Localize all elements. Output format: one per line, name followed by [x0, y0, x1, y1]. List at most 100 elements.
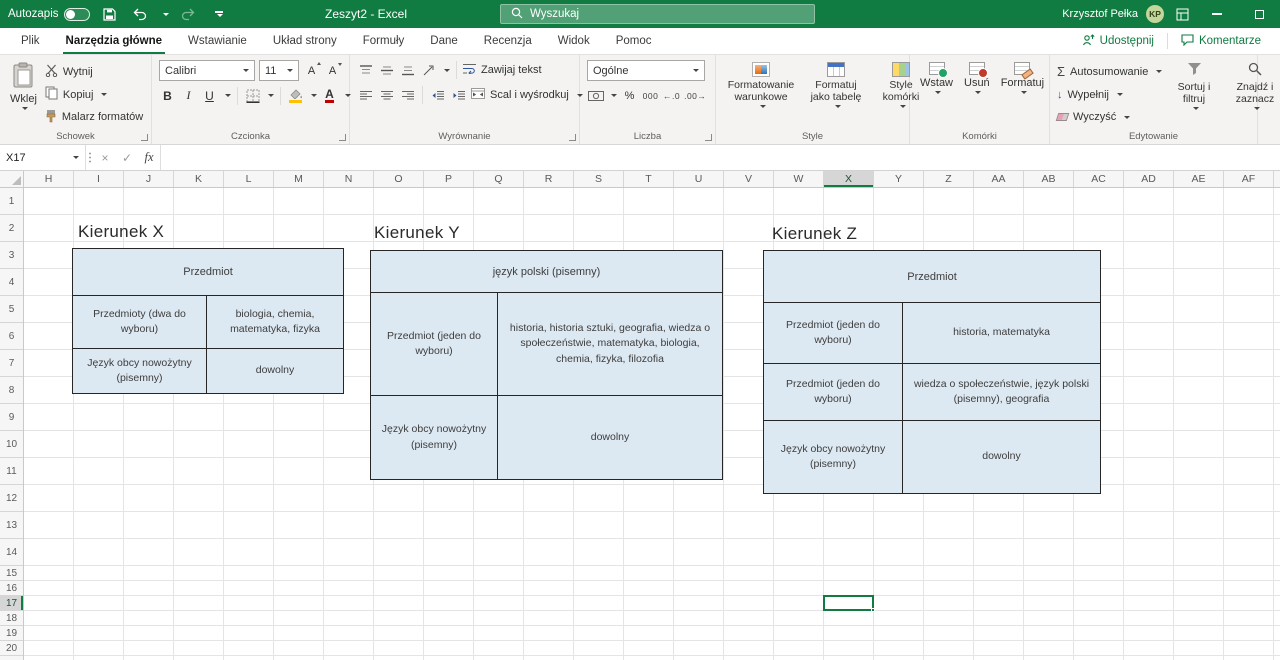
column-header-S[interactable]: S	[574, 171, 624, 187]
font-name-select[interactable]: Calibri	[159, 60, 255, 81]
row-header-4[interactable]: 4	[0, 269, 23, 296]
column-header-H[interactable]: H	[24, 171, 74, 187]
row-header-12[interactable]: 12	[0, 485, 23, 512]
delete-cells-button[interactable]: Usuń	[961, 60, 993, 127]
avatar[interactable]: KP	[1146, 5, 1164, 23]
column-header-P[interactable]: P	[424, 171, 474, 187]
table-2-header-cell[interactable]: język polski (pisemny)	[371, 251, 722, 293]
tab-widok[interactable]: Widok	[545, 28, 603, 54]
column-header-Y[interactable]: Y	[874, 171, 924, 187]
column-header-N[interactable]: N	[324, 171, 374, 187]
row-header-18[interactable]: 18	[0, 611, 23, 626]
column-header-K[interactable]: K	[174, 171, 224, 187]
redo-icon[interactable]	[179, 3, 199, 25]
accounting-format-icon[interactable]	[587, 86, 604, 105]
decrease-indent-icon[interactable]	[429, 86, 446, 105]
table-cell-label[interactable]: Język obcy nowożytny (pisemny)	[764, 421, 903, 493]
formula-input[interactable]	[160, 145, 1280, 170]
table-cell-value[interactable]: dowolny	[207, 349, 343, 393]
increase-indent-icon[interactable]	[450, 86, 467, 105]
table-cell-label[interactable]: Przedmiot (jeden do wyboru)	[371, 293, 498, 395]
ribbon-display-options-icon[interactable]	[1172, 3, 1192, 25]
comma-style-icon[interactable]: 000	[642, 86, 659, 105]
borders-button[interactable]	[244, 86, 261, 105]
alignment-dialog-launcher-icon[interactable]	[569, 134, 576, 141]
row-header-15[interactable]: 15	[0, 566, 23, 581]
bold-button[interactable]: B	[159, 86, 176, 105]
cancel-icon[interactable]: ×	[94, 145, 116, 170]
find-select-button[interactable]: Znajdź i zaznacz	[1227, 60, 1280, 127]
decrease-decimal-icon[interactable]: .00→	[684, 86, 706, 105]
tab-uklad-strony[interactable]: Układ strony	[260, 28, 350, 54]
column-header-AF[interactable]: AF	[1224, 171, 1274, 187]
autosave-toggle[interactable]: Autozapis	[8, 8, 90, 21]
table-cell-label[interactable]: Język obcy nowożytny (pisemny)	[73, 349, 207, 393]
sort-filter-button[interactable]: Sortuj i filtruj	[1166, 60, 1222, 127]
row-header-10[interactable]: 10	[0, 431, 23, 458]
fill-color-button[interactable]	[287, 86, 304, 105]
tab-recenzja[interactable]: Recenzja	[471, 28, 545, 54]
column-header-X[interactable]: X	[824, 171, 874, 187]
table-cell-value[interactable]: dowolny	[903, 421, 1100, 493]
tab-pomoc[interactable]: Pomoc	[603, 28, 665, 54]
clear-button[interactable]: Wyczyść	[1057, 107, 1161, 127]
tab-narzedzia-glowne[interactable]: Narzędzia główne	[53, 28, 176, 54]
table-cell-label[interactable]: Język obcy nowożytny (pisemny)	[371, 396, 498, 479]
increase-decimal-icon[interactable]: ←.0	[663, 86, 680, 105]
align-left-icon[interactable]	[357, 86, 374, 105]
row-header-13[interactable]: 13	[0, 512, 23, 539]
column-header-AB[interactable]: AB	[1024, 171, 1074, 187]
table-title-3[interactable]: Kierunek Z	[772, 224, 857, 244]
column-header-AA[interactable]: AA	[974, 171, 1024, 187]
table-cell-value[interactable]: dowolny	[498, 396, 722, 479]
align-top-icon[interactable]	[357, 61, 374, 80]
format-painter-button[interactable]: Malarz formatów	[45, 107, 143, 127]
row-header-5[interactable]: 5	[0, 296, 23, 323]
copy-button[interactable]: Kopiuj	[45, 85, 143, 105]
row-header-11[interactable]: 11	[0, 458, 23, 485]
font-size-select[interactable]: 11	[259, 60, 299, 81]
autosum-button[interactable]: Σ Autosumowanie	[1057, 62, 1161, 82]
clipboard-dialog-launcher-icon[interactable]	[141, 134, 148, 141]
search-box[interactable]: Wyszukaj	[500, 4, 815, 24]
number-format-select[interactable]: Ogólne	[587, 60, 705, 81]
column-header-AC[interactable]: AC	[1074, 171, 1124, 187]
table-cell-value[interactable]: wiedza o społeczeństwie, język polski (p…	[903, 364, 1100, 420]
user-name[interactable]: Krzysztof Pełka	[1062, 8, 1138, 20]
table-cell-value[interactable]: historia, matematyka	[903, 303, 1100, 363]
column-header-M[interactable]: M	[274, 171, 324, 187]
comments-button[interactable]: Komentarze	[1172, 28, 1270, 54]
row-header-1[interactable]: 1	[0, 188, 23, 215]
table-cell-label[interactable]: Przedmiot (jeden do wyboru)	[764, 303, 903, 363]
cut-button[interactable]: Wytnij	[45, 62, 143, 82]
orientation-button[interactable]	[420, 61, 437, 80]
insert-cells-button[interactable]: Wstaw	[917, 60, 956, 127]
share-button[interactable]: Udostępnij	[1073, 28, 1163, 54]
align-bottom-icon[interactable]	[399, 61, 416, 80]
selected-cell[interactable]	[823, 595, 874, 611]
column-header-AD[interactable]: AD	[1124, 171, 1174, 187]
customize-quick-access-icon[interactable]	[209, 3, 229, 25]
tab-wstawianie[interactable]: Wstawianie	[175, 28, 260, 54]
column-header-J[interactable]: J	[124, 171, 174, 187]
align-right-icon[interactable]	[399, 86, 416, 105]
save-icon[interactable]	[100, 3, 120, 25]
percent-style-icon[interactable]: %	[621, 86, 638, 105]
number-dialog-launcher-icon[interactable]	[705, 134, 712, 141]
enter-icon[interactable]: ✓	[116, 145, 138, 170]
font-dialog-launcher-icon[interactable]	[339, 134, 346, 141]
table-3-header-cell[interactable]: Przedmiot	[764, 251, 1100, 303]
format-cells-button[interactable]: Formatuj	[998, 60, 1047, 127]
tab-plik[interactable]: Plik	[8, 28, 53, 54]
row-header-19[interactable]: 19	[0, 626, 23, 641]
column-header-U[interactable]: U	[674, 171, 724, 187]
column-header-Z[interactable]: Z	[924, 171, 974, 187]
shrink-font-button[interactable]: A	[324, 61, 341, 80]
row-header-9[interactable]: 9	[0, 404, 23, 431]
table-title-2[interactable]: Kierunek Y	[374, 223, 460, 243]
grid[interactable]: Kierunek XPrzedmiotPrzedmioty (dwa do wy…	[24, 188, 1280, 660]
column-header-AE[interactable]: AE	[1174, 171, 1224, 187]
align-middle-icon[interactable]	[378, 61, 395, 80]
column-header-R[interactable]: R	[524, 171, 574, 187]
conditional-formatting-button[interactable]: Formatowanie warunkowe	[723, 60, 799, 127]
